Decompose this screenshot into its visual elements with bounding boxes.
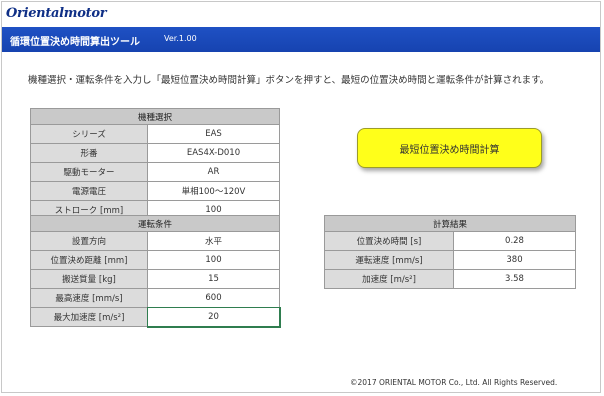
results-header: 計算結果 [324,215,576,232]
row-label: 形番 [30,143,148,163]
table-row: 電源電圧 単相100～120V [30,181,280,201]
table-row: 加速度 [m/s²] 3.58 [324,269,576,289]
table-row: 設置方向 水平 [30,231,280,251]
brand-logo: Orientalmotor [6,6,107,21]
max-speed-input[interactable]: 600 [147,288,280,308]
table-row: 駆動モーター AR [30,162,280,182]
row-label: 設置方向 [30,231,148,251]
row-label: 位置決め距離 [mm] [30,250,148,270]
voltage-select[interactable]: 単相100～120V [147,181,280,201]
series-select[interactable]: EAS [147,124,280,144]
positioning-distance-input[interactable]: 100 [147,250,280,270]
positioning-time-value: 0.28 [453,231,576,251]
model-selection-table: 機種選択 シリーズ EAS 形番 EAS4X-D010 駆動モーター AR 電源… [30,108,280,220]
copyright-footer: ©2017 ORIENTAL MOTOR Co., Ltd. All Right… [350,378,558,387]
version-label: Ver.1.00 [164,34,197,43]
row-label: 駆動モーター [30,162,148,182]
row-label: 電源電圧 [30,181,148,201]
motor-select[interactable]: AR [147,162,280,182]
calculate-button[interactable]: 最短位置決め時間計算 [357,128,542,168]
results-table: 計算結果 位置決め時間 [s] 0.28 運転速度 [mm/s] 380 加速度… [324,215,576,289]
table-row: 搬送質量 [kg] 15 [30,269,280,289]
table-row: シリーズ EAS [30,124,280,144]
table-row: 位置決め距離 [mm] 100 [30,250,280,270]
row-label: 最高速度 [mm/s] [30,288,148,308]
acceleration-value: 3.58 [453,269,576,289]
table-row: 最高速度 [mm/s] 600 [30,288,280,308]
row-label: 加速度 [m/s²] [324,269,454,289]
title-bar: 循環位置決め時間算出ツール Ver.1.00 [2,27,600,52]
max-acceleration-input[interactable]: 20 [146,306,281,328]
installation-direction-select[interactable]: 水平 [147,231,280,251]
table-row: 運転速度 [mm/s] 380 [324,250,576,270]
table-row: 位置決め時間 [s] 0.28 [324,231,576,251]
table-row: 最大加速度 [m/s²] 20 [30,306,281,328]
transport-mass-input[interactable]: 15 [147,269,280,289]
instructions-text: 機種選択・運転条件を入力し「最短位置決め時間計算」ボタンを押すと、最短の位置決め… [28,75,550,86]
operating-speed-value: 380 [453,250,576,270]
row-label: 運転速度 [mm/s] [324,250,454,270]
row-label: 位置決め時間 [s] [324,231,454,251]
model-selection-header: 機種選択 [30,108,280,125]
model-number-select[interactable]: EAS4X-D010 [147,143,280,163]
table-row: 形番 EAS4X-D010 [30,143,280,163]
row-label: シリーズ [30,124,148,144]
row-label: 搬送質量 [kg] [30,269,148,289]
operating-conditions-table: 運転条件 設置方向 水平 位置決め距離 [mm] 100 搬送質量 [kg] 1… [30,215,281,328]
app-title: 循環位置決め時間算出ツール [10,37,140,48]
operating-conditions-header: 運転条件 [30,215,280,232]
row-label: 最大加速度 [m/s²] [30,307,148,327]
